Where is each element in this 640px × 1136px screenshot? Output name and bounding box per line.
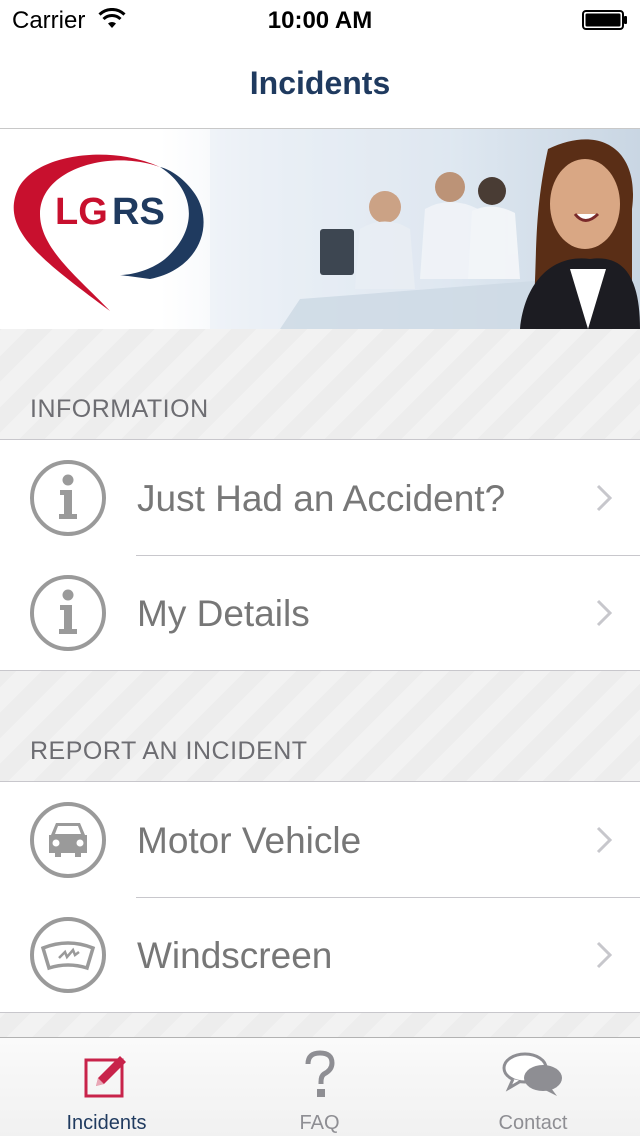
information-group: Just Had an Accident? My Details [0,439,640,671]
chat-bubbles-icon [502,1052,562,1096]
person-photo [520,139,640,329]
tab-contact[interactable]: Contact [426,1038,640,1136]
page-title: Incidents [249,65,391,101]
list-item-motor-vehicle[interactable]: Motor Vehicle [0,782,640,897]
list-item-label: Motor Vehicle [137,820,362,861]
tab-label: FAQ [299,1112,340,1134]
chevron-right-icon [596,599,612,627]
screen: Carrier 10:00 AM Incidents LG RS INFORMA… [0,0,640,1136]
banner-image: LG RS [0,129,640,329]
chevron-right-icon [596,941,612,969]
report-incident-group: Motor Vehicle Windscreen [0,781,640,1013]
edit-icon [84,1056,126,1098]
chevron-right-icon [596,484,612,512]
section-header-information: INFORMATION [30,395,209,423]
windscreen-icon [30,917,106,993]
logo-text-lg: LG [55,191,108,233]
tab-label: Contact [498,1112,568,1134]
list-item-label: Windscreen [137,935,333,976]
clock: 10:00 AM [267,7,373,34]
info-icon [30,460,106,536]
car-icon [30,802,106,878]
lgrs-logo: LG RS [13,154,204,311]
list-item-just-had-an-accident[interactable]: Just Had an Accident? [0,440,640,555]
list-item-windscreen[interactable]: Windscreen [0,897,640,1012]
status-bar: Carrier 10:00 AM [0,0,640,40]
navigation-bar: Incidents [0,40,640,129]
battery-icon [582,10,627,30]
tab-label: Incidents [66,1112,147,1134]
tab-bar: Incidents FAQ Contact [0,1037,640,1136]
chevron-right-icon [596,826,612,854]
logo-text-rs: RS [112,191,165,233]
section-header-report-an-incident: REPORT AN INCIDENT [30,737,308,765]
list-item-label: My Details [137,593,310,634]
tab-faq[interactable]: FAQ [213,1038,426,1136]
tab-incidents[interactable]: Incidents [0,1038,213,1136]
list-item-label: Just Had an Accident? [137,478,506,519]
question-icon [305,1050,335,1097]
banner-illustration: LG RS [13,129,640,329]
info-icon [30,575,106,651]
list-item-my-details[interactable]: My Details [0,555,640,670]
